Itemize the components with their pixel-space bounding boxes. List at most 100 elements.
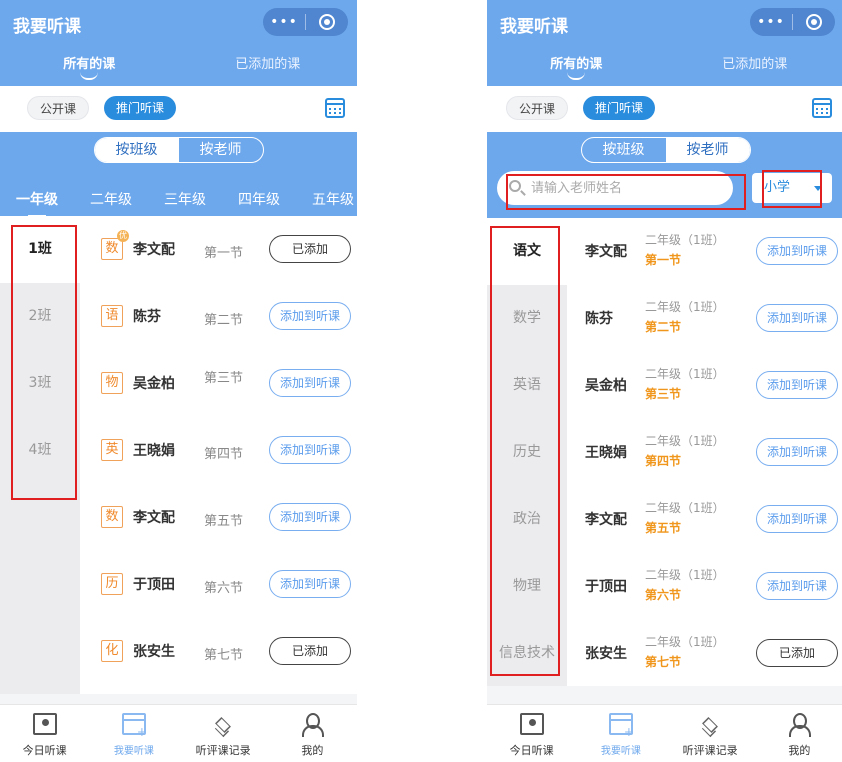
annotation-box-stage — [762, 170, 822, 208]
add-to-listen-button[interactable]: 添加到听课 — [756, 505, 838, 533]
teacher-name: 王晓娟 — [585, 445, 627, 461]
teacher-name: 陈芬 — [585, 311, 613, 327]
nav-mine[interactable]: 我的 — [268, 705, 357, 762]
add-to-listen-button[interactable]: 添加到听课 — [269, 503, 351, 531]
teacher-name: 于顶田 — [585, 579, 627, 595]
tab-added-courses[interactable]: 已添加的课 — [666, 48, 842, 86]
calendar-icon[interactable] — [325, 98, 345, 118]
nav-today[interactable]: 今日听课 — [487, 705, 576, 762]
add-to-listen-button[interactable]: 添加到听课 — [756, 237, 838, 265]
lesson-row: 张安生 二年级（1班） 第七节 已添加 — [567, 620, 842, 687]
lesson-grade: 二年级（1班） — [645, 568, 725, 582]
lesson-period: 第六节 — [204, 581, 244, 596]
screenshot-stage: 我要听课 ••• 所有的课 已添加的课 公开课 推门听课 按班级 按老师 一年级… — [0, 0, 842, 762]
segment-by-teacher[interactable]: 按老师 — [665, 138, 750, 162]
lesson-grade: 二年级（1班） — [645, 434, 725, 448]
lesson-row: 王晓娟 二年级（1班） 第四节 添加到听课 — [567, 419, 842, 486]
lesson-grade: 二年级（1班） — [645, 635, 725, 649]
teacher-name: 李文配 — [585, 512, 627, 528]
nav-today[interactable]: 今日听课 — [0, 705, 89, 762]
bottom-nav: 今日听课 我要听课 听评课记录 我的 — [487, 704, 842, 762]
add-to-listen-button[interactable]: 添加到听课 — [756, 371, 838, 399]
lesson-grade: 二年级（1班） — [645, 233, 725, 247]
segment-by-teacher[interactable]: 按老师 — [179, 138, 263, 162]
public-course-button[interactable]: 公开课 — [27, 96, 90, 120]
calendar-icon[interactable] — [812, 98, 832, 118]
open-door-course-button[interactable]: 推门听课 — [104, 96, 177, 120]
grade-tabs: 一年级 二年级 三年级 四年级 五年级 — [0, 189, 357, 217]
lesson-row: 语 陈芬 第二节 添加到听课 — [80, 283, 357, 350]
added-button[interactable]: 已添加 — [756, 639, 838, 667]
mini-program-capsule: ••• — [750, 8, 835, 36]
add-to-listen-button[interactable]: 添加到听课 — [756, 438, 838, 466]
teacher-name: 李文配 — [133, 242, 175, 258]
lesson-period: 第五节 — [645, 521, 682, 535]
lesson-row: 于顶田 二年级（1班） 第六节 添加到听课 — [567, 553, 842, 620]
tab-all-courses[interactable]: 所有的课 — [0, 48, 179, 86]
teacher-name: 王晓娟 — [133, 443, 175, 459]
tab-added-courses[interactable]: 已添加的课 — [179, 48, 358, 86]
added-button[interactable]: 已添加 — [269, 637, 351, 665]
open-door-course-button[interactable]: 推门听课 — [583, 96, 656, 120]
app-title: 我要听课 — [13, 17, 81, 37]
add-to-listen-button[interactable]: 添加到听课 — [756, 572, 838, 600]
annotation-box-class-list — [11, 225, 77, 500]
teacher-name: 李文配 — [585, 244, 627, 260]
course-type-filter: 公开课 推门听课 — [487, 86, 842, 132]
more-menu-button[interactable]: ••• — [263, 8, 305, 36]
calendar-add-icon — [608, 713, 634, 739]
grade-tab[interactable]: 二年级 — [74, 189, 148, 211]
grade-tab[interactable]: 五年级 — [296, 189, 357, 211]
more-menu-button[interactable]: ••• — [750, 8, 792, 36]
top-bar: 我要听课 ••• — [0, 0, 357, 48]
monitor-icon — [32, 713, 57, 735]
segment-by-class[interactable]: 按班级 — [94, 138, 179, 162]
layers-icon — [698, 713, 722, 735]
grade-tab[interactable]: 一年级 — [0, 189, 74, 217]
close-target-button[interactable] — [306, 8, 348, 36]
grade-tab[interactable]: 四年级 — [222, 189, 296, 211]
nav-label: 听评课记录 — [195, 744, 251, 757]
public-course-button[interactable]: 公开课 — [506, 96, 569, 120]
teacher-name: 张安生 — [585, 646, 627, 662]
mini-program-capsule: ••• — [263, 8, 348, 36]
add-to-listen-button[interactable]: 添加到听课 — [269, 436, 351, 464]
nav-want-listen[interactable]: 我要听课 — [576, 705, 665, 762]
target-icon — [319, 14, 335, 30]
lesson-period: 第七节 — [645, 655, 682, 669]
lesson-row: 化 张安生 第七节 已添加 — [80, 618, 357, 685]
lesson-row: 李文配 二年级（1班） 第五节 添加到听课 — [567, 486, 842, 553]
user-icon — [300, 713, 325, 737]
added-button[interactable]: 已添加 — [269, 235, 351, 263]
lesson-list: 数 优 李文配 第一节 已添加 语 陈芬 第二节 添加到听课 物 吴金柏 第三节… — [80, 216, 357, 685]
teacher-name: 吴金柏 — [585, 378, 627, 394]
app-title: 我要听课 — [500, 17, 568, 37]
user-icon — [787, 713, 812, 737]
lesson-list: 李文配 二年级（1班） 第一节 添加到听课 陈芬 二年级（1班） 第二节 添加到… — [567, 218, 842, 687]
primary-tabs: 所有的课 已添加的课 — [487, 48, 842, 86]
lesson-row: 吴金柏 二年级（1班） 第三节 添加到听课 — [567, 352, 842, 419]
lesson-period: 第五节 — [204, 514, 244, 529]
lesson-grade: 二年级（1班） — [645, 367, 725, 381]
nav-mine[interactable]: 我的 — [755, 705, 842, 762]
nav-records[interactable]: 听评课记录 — [179, 705, 268, 762]
subject-badge: 数 — [101, 506, 123, 528]
filter-band: 按班级 按老师 一年级 二年级 三年级 四年级 五年级 — [0, 132, 357, 217]
nav-records[interactable]: 听评课记录 — [666, 705, 755, 762]
add-to-listen-button[interactable]: 添加到听课 — [269, 570, 351, 598]
close-target-button[interactable] — [793, 8, 835, 36]
segment-by-class[interactable]: 按班级 — [582, 138, 666, 162]
lesson-row: 陈芬 二年级（1班） 第二节 添加到听课 — [567, 285, 842, 352]
lesson-row: 数 李文配 第五节 添加到听课 — [80, 484, 357, 551]
add-to-listen-button[interactable]: 添加到听课 — [756, 304, 838, 332]
calendar-add-icon — [121, 713, 147, 739]
lesson-row: 李文配 二年级（1班） 第一节 添加到听课 — [567, 218, 842, 285]
grade-tab[interactable]: 三年级 — [148, 189, 222, 211]
subject-badge: 物 — [101, 372, 123, 394]
add-to-listen-button[interactable]: 添加到听课 — [269, 369, 351, 397]
add-to-listen-button[interactable]: 添加到听课 — [269, 302, 351, 330]
tab-all-courses[interactable]: 所有的课 — [487, 48, 666, 86]
nav-label: 我要听课 — [600, 746, 641, 757]
lesson-period: 第三节 — [645, 387, 682, 401]
nav-want-listen[interactable]: 我要听课 — [89, 705, 178, 762]
